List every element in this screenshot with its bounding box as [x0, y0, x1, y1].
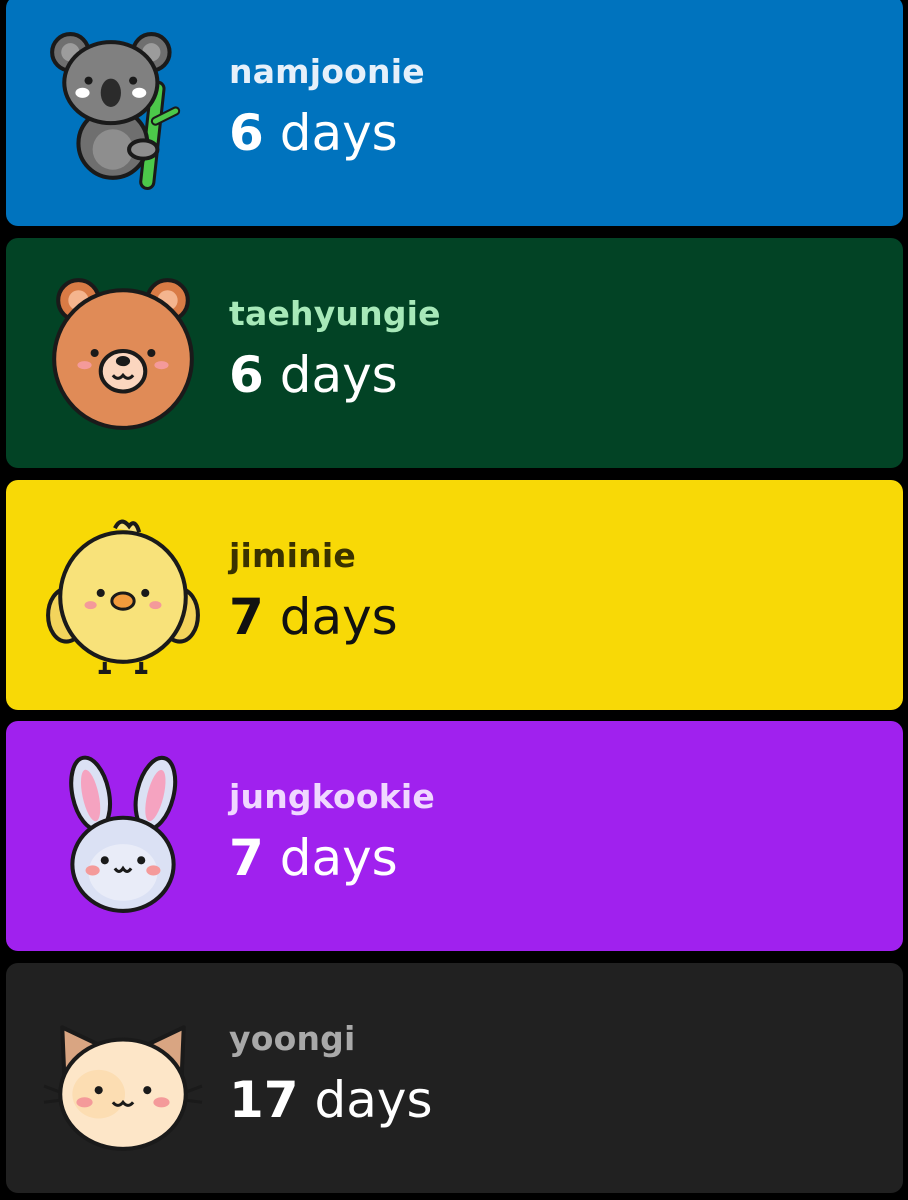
days-number: 7 — [229, 588, 264, 646]
friend-card-jungkookie[interactable]: jungkookie 7 days — [6, 721, 903, 951]
days-number: 6 — [229, 346, 264, 404]
cat-icon — [42, 997, 204, 1159]
days-unit: days — [279, 829, 398, 887]
days-count: 7 days — [229, 588, 398, 646]
days-count: 6 days — [229, 104, 398, 162]
days-count: 17 days — [229, 1071, 433, 1129]
bunny-icon — [42, 755, 204, 917]
friend-name: yoongi — [229, 1019, 356, 1058]
days-number: 17 — [229, 1071, 299, 1129]
days-unit: days — [279, 104, 398, 162]
days-unit: days — [279, 588, 398, 646]
friend-card-jiminie[interactable]: jiminie 7 days — [6, 480, 903, 710]
bear-icon — [42, 272, 204, 434]
days-number: 6 — [229, 104, 264, 162]
koala-icon — [42, 30, 204, 192]
friend-name: jungkookie — [229, 777, 435, 816]
days-count: 7 days — [229, 829, 398, 887]
days-count: 6 days — [229, 346, 398, 404]
days-number: 7 — [229, 829, 264, 887]
chick-icon — [42, 514, 204, 676]
friend-name: jiminie — [229, 536, 356, 575]
friend-card-namjoonie[interactable]: namjoonie 6 days — [6, 0, 903, 226]
friend-card-taehyungie[interactable]: taehyungie 6 days — [6, 238, 903, 468]
friend-card-yoongi[interactable]: yoongi 17 days — [6, 963, 903, 1193]
days-unit: days — [279, 346, 398, 404]
friend-name: namjoonie — [229, 52, 425, 91]
friend-name: taehyungie — [229, 294, 441, 333]
days-unit: days — [314, 1071, 433, 1129]
